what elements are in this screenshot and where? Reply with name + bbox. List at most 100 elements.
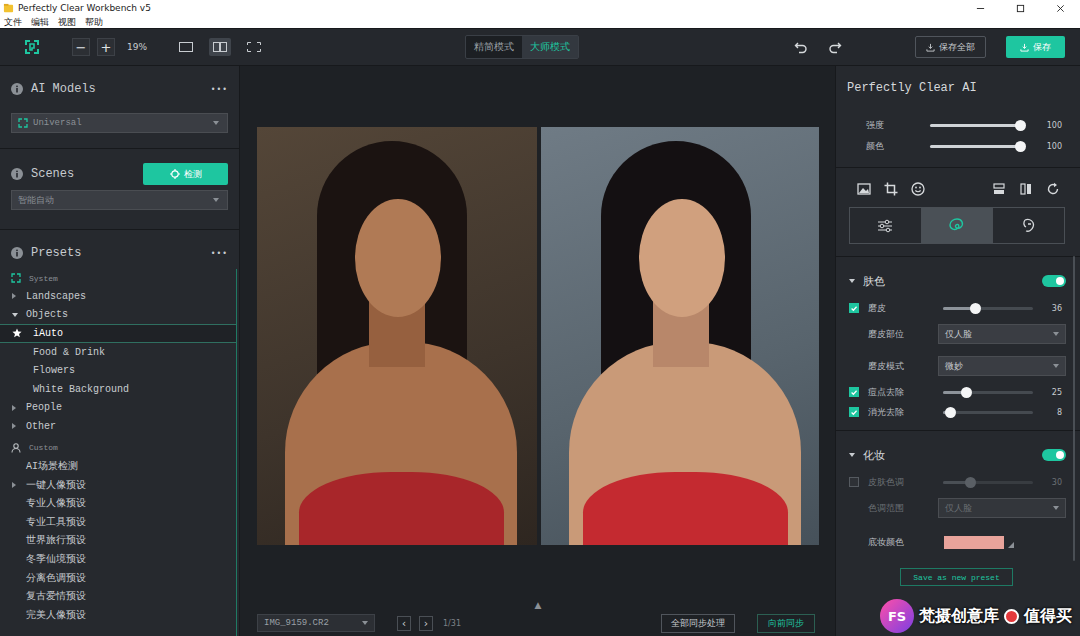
- toolbar: −+19%精简模式大师模式保存全部保存: [0, 28, 1080, 66]
- maximize-button[interactable]: [1000, 0, 1040, 16]
- more-button[interactable]: •••: [211, 85, 228, 94]
- preset-item[interactable]: 完美人像预设: [0, 606, 236, 625]
- next-button[interactable]: ›: [419, 616, 433, 631]
- menu-item[interactable]: 文件: [4, 16, 22, 28]
- image-icon[interactable]: [857, 182, 871, 196]
- flip-horizontal-icon[interactable]: [1019, 182, 1033, 196]
- sync-forward-button[interactable]: 向前同步: [757, 614, 815, 633]
- scene-dropdown[interactable]: 智能自动: [11, 190, 228, 210]
- expand-icon[interactable]: [12, 405, 16, 411]
- dropdown[interactable]: 仅人脸: [938, 498, 1066, 518]
- expand-icon[interactable]: [849, 453, 855, 457]
- view-mode-button[interactable]: [243, 38, 265, 56]
- color-swatch[interactable]: [944, 536, 1004, 549]
- panel-tab[interactable]: [921, 208, 993, 243]
- view-mode-button[interactable]: [175, 38, 197, 56]
- dropdown[interactable]: 仅人脸: [938, 324, 1066, 344]
- slider-thumb[interactable]: [1015, 120, 1026, 131]
- expand-icon[interactable]: [849, 279, 855, 283]
- photo[interactable]: [541, 127, 819, 545]
- minimize-button[interactable]: [960, 0, 1000, 16]
- ai-model-dropdown[interactable]: Universal: [11, 113, 228, 133]
- checkbox[interactable]: [849, 303, 859, 313]
- mode-tab[interactable]: 大师模式: [522, 36, 578, 58]
- preset-item[interactable]: 专业人像预设: [0, 494, 236, 513]
- slider[interactable]: [930, 124, 1020, 127]
- menu-item[interactable]: 帮助: [85, 16, 103, 28]
- save-button[interactable]: 保存: [1006, 36, 1065, 58]
- save-preset-button[interactable]: Save as new preset: [900, 568, 1012, 586]
- dropdown[interactable]: 微妙: [938, 356, 1066, 376]
- file-dropdown[interactable]: IMG_9159.CR2: [257, 614, 375, 632]
- expand-icon[interactable]: [12, 482, 16, 488]
- expand-icon[interactable]: [12, 293, 16, 299]
- section-toggle[interactable]: [1042, 449, 1066, 461]
- zoom-in-button[interactable]: +: [97, 38, 115, 56]
- preset-item[interactable]: AI场景检测: [0, 457, 236, 476]
- sliders-icon: [877, 218, 893, 234]
- slider[interactable]: [943, 481, 1033, 484]
- slider[interactable]: [943, 307, 1033, 310]
- info-icon[interactable]: [11, 168, 23, 180]
- preset-item[interactable]: Flowers: [0, 361, 236, 380]
- scrollbar[interactable]: [1073, 256, 1075, 561]
- section-header[interactable]: 肤色: [849, 273, 1066, 289]
- menu-item[interactable]: 编辑: [31, 16, 49, 28]
- color-picker-icon[interactable]: [1008, 542, 1014, 548]
- panel-tab[interactable]: [992, 208, 1064, 243]
- close-button[interactable]: [1040, 0, 1080, 16]
- crop-icon[interactable]: [884, 182, 898, 196]
- preset-item[interactable]: 专业工具预设: [0, 513, 236, 532]
- preset-item[interactable]: Food & Drink: [0, 343, 236, 362]
- save-all-button[interactable]: 保存全部: [915, 36, 986, 58]
- prev-button[interactable]: ‹: [397, 616, 411, 631]
- slider-thumb[interactable]: [1015, 141, 1026, 152]
- info-icon[interactable]: [11, 247, 23, 259]
- logo-icon[interactable]: [24, 39, 40, 55]
- section-toggle[interactable]: [1042, 275, 1066, 287]
- slider[interactable]: [943, 411, 1033, 414]
- preset-item[interactable]: Objects: [0, 306, 236, 325]
- slider-thumb[interactable]: [961, 387, 972, 398]
- slider-thumb[interactable]: [945, 407, 956, 418]
- preset-item[interactable]: iAuto: [0, 324, 236, 343]
- info-icon[interactable]: [11, 83, 23, 95]
- detect-button[interactable]: 检测: [143, 163, 228, 185]
- menu-item[interactable]: 视图: [58, 16, 76, 28]
- slider-thumb[interactable]: [970, 303, 981, 314]
- slider[interactable]: [930, 145, 1020, 148]
- flip-vertical-icon[interactable]: [992, 182, 1006, 196]
- redo-button[interactable]: [827, 39, 843, 55]
- expand-icon[interactable]: [12, 423, 16, 429]
- collapse-button[interactable]: ▲: [257, 599, 819, 611]
- preset-item[interactable]: Landscapes: [0, 287, 236, 306]
- rotate-icon[interactable]: [1046, 182, 1060, 196]
- section-header[interactable]: 化妆: [849, 447, 1066, 463]
- download-icon: [926, 43, 935, 52]
- preset-item[interactable]: People: [0, 399, 236, 418]
- more-button[interactable]: •••: [211, 249, 228, 258]
- expand-icon[interactable]: [12, 313, 18, 317]
- mode-tab[interactable]: 精简模式: [466, 36, 522, 58]
- preset-item[interactable]: 世界旅行预设: [0, 531, 236, 550]
- checkbox[interactable]: [849, 407, 859, 417]
- preset-item[interactable]: 冬季仙境预设: [0, 550, 236, 569]
- checkbox[interactable]: [849, 387, 859, 397]
- watermark: FS梵摄创意库值得买: [880, 599, 1072, 633]
- preset-item[interactable]: 分离色调预设: [0, 568, 236, 587]
- sync-all-button[interactable]: 全部同步处理: [661, 614, 735, 633]
- checkbox[interactable]: [849, 477, 859, 487]
- preset-item[interactable]: 复古爱情预设: [0, 587, 236, 606]
- preset-item[interactable]: White Background: [0, 380, 236, 399]
- slider[interactable]: [943, 391, 1033, 394]
- undo-button[interactable]: [793, 39, 809, 55]
- zoom-out-button[interactable]: −: [72, 38, 90, 56]
- preset-item[interactable]: Other: [0, 417, 236, 436]
- preset-item[interactable]: 一键人像预设: [0, 475, 236, 494]
- photo[interactable]: [257, 127, 537, 545]
- face-icon[interactable]: [911, 182, 925, 196]
- redo-icon: [828, 40, 842, 54]
- view-mode-button[interactable]: [209, 38, 231, 56]
- slider-thumb[interactable]: [965, 477, 976, 488]
- panel-tab[interactable]: [850, 208, 921, 243]
